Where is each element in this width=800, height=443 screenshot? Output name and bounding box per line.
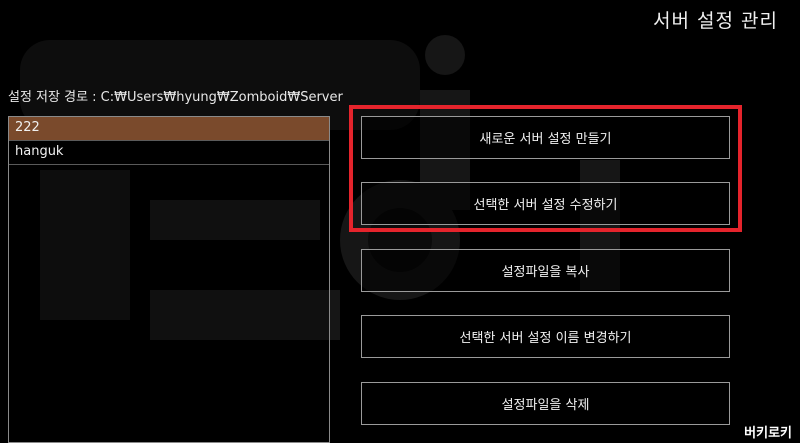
highlight-annotation-box (349, 105, 742, 232)
watermark: 버키로키 (744, 426, 792, 441)
list-item[interactable]: 222 (9, 117, 329, 141)
server-config-list[interactable]: 222 hanguk (8, 116, 330, 443)
list-item[interactable]: hanguk (9, 141, 329, 165)
page-title: 서버 설정 관리 (653, 10, 778, 32)
copy-settings-file-button[interactable]: 설정파일을 복사 (361, 249, 730, 292)
rename-selected-settings-button[interactable]: 선택한 서버 설정 이름 변경하기 (361, 315, 730, 358)
delete-settings-file-button[interactable]: 설정파일을 삭제 (361, 382, 730, 425)
save-path-label: 설정 저장 경로 : C:₩Users₩hyung₩Zomboid₩Server (8, 90, 343, 105)
